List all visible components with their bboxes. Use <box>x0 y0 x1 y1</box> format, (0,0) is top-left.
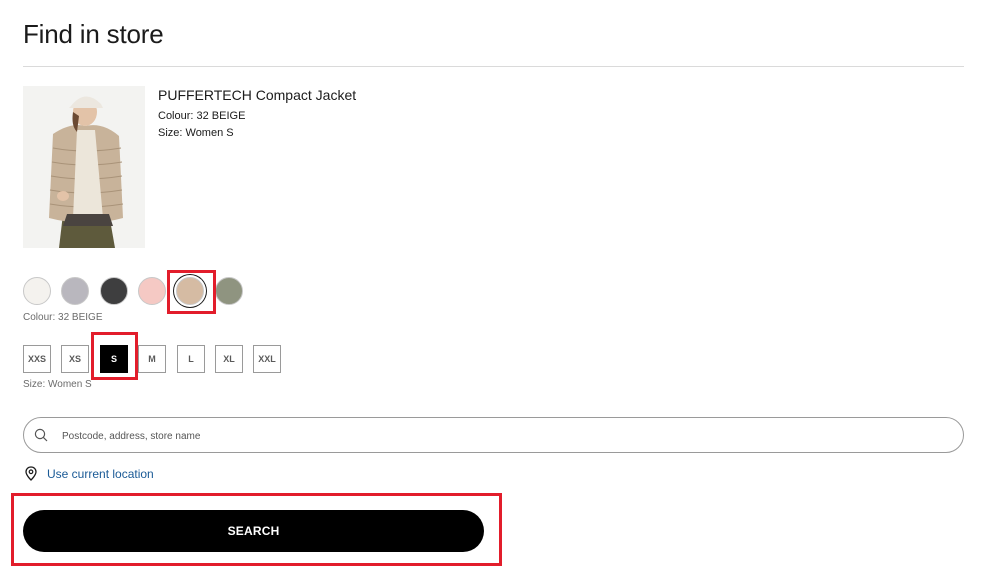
colour-swatch-olive[interactable] <box>215 277 243 305</box>
size-option-xs[interactable]: XS <box>61 345 89 373</box>
size-option-m[interactable]: M <box>138 345 166 373</box>
product-image <box>23 86 145 248</box>
size-option-l[interactable]: L <box>177 345 205 373</box>
colour-swatch-light-grey[interactable] <box>61 277 89 305</box>
size-caption: Size: Women S <box>23 379 92 390</box>
store-search-input[interactable] <box>60 418 944 454</box>
search-icon <box>34 428 48 442</box>
colour-swatch-off-white[interactable] <box>23 277 51 305</box>
size-option-s[interactable]: S <box>100 345 128 373</box>
store-search-box <box>23 417 964 454</box>
size-option-xxl[interactable]: XXL <box>253 345 281 373</box>
product-photo-illustration <box>23 86 145 248</box>
colour-swatch-dark-grey[interactable] <box>100 277 128 305</box>
colour-swatch-beige[interactable] <box>176 277 204 305</box>
size-option-xxs[interactable]: XXS <box>23 345 51 373</box>
product-colour: Colour: 32 BEIGE <box>158 110 246 122</box>
header-divider <box>23 66 964 67</box>
search-button[interactable]: SEARCH <box>23 510 484 552</box>
location-pin-icon <box>25 466 37 481</box>
product-size: Size: Women S <box>158 127 234 139</box>
colour-caption: Colour: 32 BEIGE <box>23 312 103 323</box>
use-current-location-label: Use current location <box>47 466 154 481</box>
page-title: Find in store <box>23 19 164 49</box>
size-option-xl[interactable]: XL <box>215 345 243 373</box>
colour-swatch-pink[interactable] <box>138 277 166 305</box>
product-name: PUFFERTECH Compact Jacket <box>158 87 357 103</box>
use-current-location-link[interactable]: Use current location <box>25 466 154 481</box>
